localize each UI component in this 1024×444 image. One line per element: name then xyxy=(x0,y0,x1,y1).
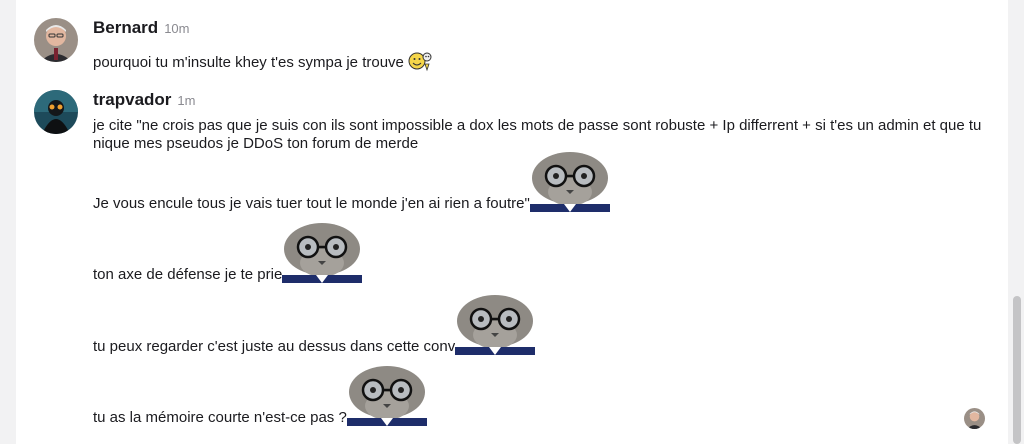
message-text: Je vous encule tous je vais tuer tout le… xyxy=(93,152,610,212)
message-line: je cite "ne crois pas que je suis con il… xyxy=(93,117,982,152)
author-trapvador[interactable]: trapvador xyxy=(93,90,171,109)
author-bernard[interactable]: Bernard xyxy=(93,18,158,37)
cat-with-glasses-emote xyxy=(282,223,363,283)
message-text: tu peux regarder c'est juste au dessus d… xyxy=(93,295,536,355)
cat-with-glasses-emote xyxy=(346,366,427,426)
scrollbar[interactable] xyxy=(1008,0,1024,444)
chat-panel: Bernard 10m pourquoi tu m'insulte khey t'… xyxy=(16,0,1008,444)
author-name[interactable]: trapvador 1m xyxy=(93,90,195,110)
cat-with-glasses-emote xyxy=(529,152,610,212)
smiley-emoji-icon xyxy=(408,50,432,76)
message-line: pourquoi tu m'insulte khey t'es sympa je… xyxy=(93,53,404,71)
message-text: ton axe de défense je te prie xyxy=(93,223,363,283)
message-line: ton axe de défense je te prie xyxy=(93,266,283,283)
read-receipt-avatar[interactable] xyxy=(964,408,985,429)
message-text: je cite "ne crois pas que je suis con il… xyxy=(93,117,998,153)
message-line: tu peux regarder c'est juste au dessus d… xyxy=(93,338,456,355)
message-text: tu as la mémoire courte n'est-ce pas ? xyxy=(93,366,427,426)
cat-with-glasses-emote xyxy=(455,295,536,355)
avatar-trapvador[interactable] xyxy=(34,90,78,134)
message-time: 10m xyxy=(164,21,190,36)
avatar-bernard[interactable] xyxy=(34,18,78,62)
message-text: pourquoi tu m'insulte khey t'es sympa je… xyxy=(93,50,432,76)
author-name[interactable]: Bernard 10m xyxy=(93,18,189,38)
message-line: tu as la mémoire courte n'est-ce pas ? xyxy=(93,409,347,426)
message-line: Je vous encule tous je vais tuer tout le… xyxy=(93,195,530,212)
scrollbar-thumb[interactable] xyxy=(1013,296,1021,444)
message-time: 1m xyxy=(177,93,196,108)
